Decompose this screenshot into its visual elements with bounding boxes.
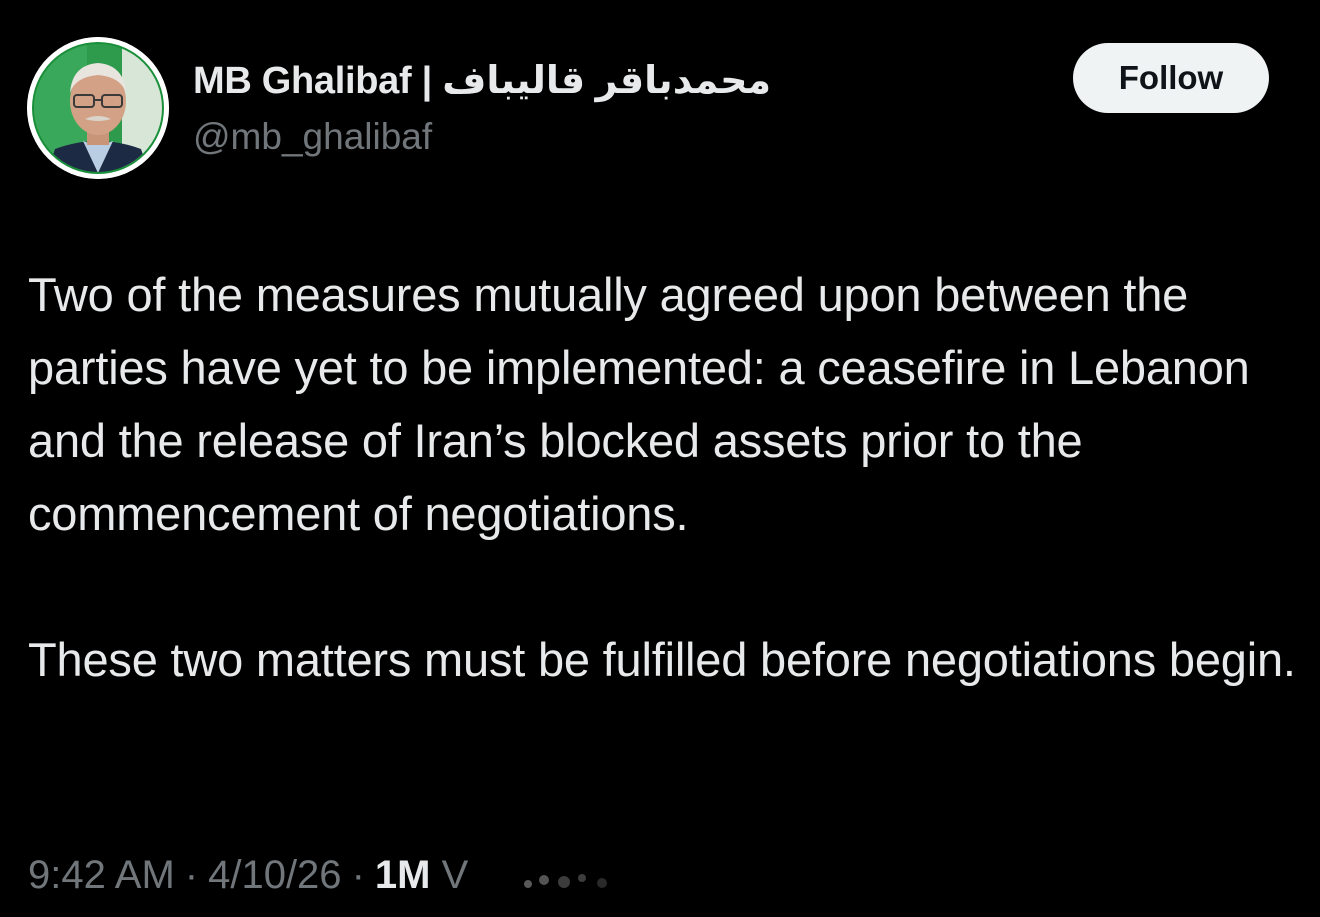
tweet-card: MB Ghalibaf | محمدباقر قالیباف @mb_ghali… <box>0 0 1320 917</box>
avatar-photo-icon <box>27 37 169 179</box>
follow-button[interactable]: Follow <box>1073 43 1269 113</box>
tweet-paragraph: Two of the measures mutually agreed upon… <box>28 268 1250 540</box>
tweet-text: Two of the measures mutually agreed upon… <box>28 258 1308 696</box>
views-count[interactable]: 1M <box>375 853 431 898</box>
meta-separator: · <box>351 852 365 897</box>
blur-noise-icon <box>524 874 607 888</box>
tweet-date[interactable]: 4/10/26 <box>208 853 341 898</box>
tweet-meta: 9:42 AM · 4/10/26 · 1M V <box>28 845 468 905</box>
author-name-row[interactable]: MB Ghalibaf | محمدباقر قالیباف <box>193 56 771 104</box>
tweet-paragraph: These two matters must be fulfilled befo… <box>28 633 1296 686</box>
views-label: V <box>441 852 469 897</box>
author-handle[interactable]: @mb_ghalibaf <box>193 116 432 158</box>
meta-separator: · <box>184 852 199 897</box>
author-display-name[interactable]: MB Ghalibaf | محمدباقر قالیباف <box>193 58 771 103</box>
author-avatar[interactable] <box>27 37 169 179</box>
tweet-time[interactable]: 9:42 AM <box>28 853 175 898</box>
